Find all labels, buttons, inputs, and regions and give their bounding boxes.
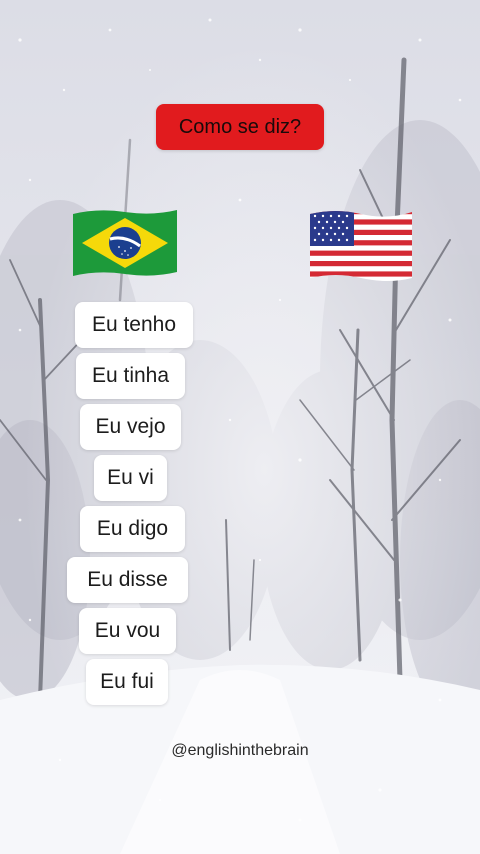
brazil-flag-icon: [73, 210, 177, 276]
title-badge: Como se diz?: [156, 104, 324, 150]
title-text: Como se diz?: [178, 115, 302, 138]
phrase-card: Eu vejo: [80, 404, 181, 450]
phrase-card: Eu fui: [86, 659, 168, 705]
phrase-text: Eu disse: [87, 568, 168, 591]
phrase-text: Eu digo: [96, 517, 169, 540]
phrase-text: Eu vou: [94, 619, 161, 642]
phrase-text: Eu vi: [107, 466, 154, 489]
phrase-card: Eu digo: [80, 506, 185, 552]
phrase-card: Eu vou: [79, 608, 176, 654]
phrase-card: Eu tenho: [75, 302, 193, 348]
creator-handle: @englishinthebrain: [171, 742, 309, 759]
phrase-text: Eu fui: [100, 670, 154, 693]
usa-flag-icon: [310, 211, 412, 281]
phrase-card: Eu disse: [67, 557, 188, 603]
phrase-card: Eu tinha: [76, 353, 185, 399]
phrase-card: Eu vi: [94, 455, 167, 501]
phrase-text: Eu tinha: [91, 364, 170, 387]
phrase-text: Eu vejo: [95, 415, 166, 438]
phrase-text: Eu tenho: [91, 313, 177, 336]
